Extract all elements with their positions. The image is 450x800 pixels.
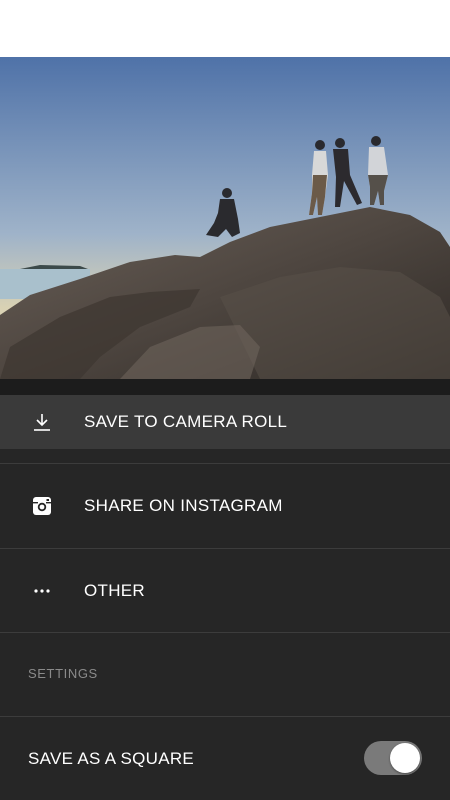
save-to-camera-roll-button[interactable]: SAVE TO CAMERA ROLL bbox=[0, 395, 450, 449]
share-on-instagram-label: SHARE ON INSTAGRAM bbox=[84, 496, 283, 515]
instagram-icon bbox=[28, 492, 56, 520]
sheet-top-strip bbox=[0, 379, 450, 395]
other-button[interactable]: OTHER bbox=[0, 549, 450, 633]
settings-header: SETTINGS bbox=[28, 666, 98, 681]
save-to-camera-roll-label: SAVE TO CAMERA ROLL bbox=[84, 412, 288, 431]
photo-image bbox=[0, 57, 450, 379]
photo-preview bbox=[0, 57, 450, 379]
share-on-instagram-button[interactable]: SHARE ON INSTAGRAM bbox=[0, 464, 450, 548]
divider bbox=[0, 632, 450, 633]
download-icon bbox=[28, 408, 56, 436]
toggle-knob bbox=[390, 743, 420, 773]
save-as-square-toggle[interactable] bbox=[364, 741, 422, 775]
more-dots-icon bbox=[28, 577, 56, 605]
top-bar bbox=[0, 0, 450, 57]
other-label: OTHER bbox=[84, 581, 145, 600]
save-as-square-label: SAVE AS A SQUARE bbox=[28, 748, 195, 768]
